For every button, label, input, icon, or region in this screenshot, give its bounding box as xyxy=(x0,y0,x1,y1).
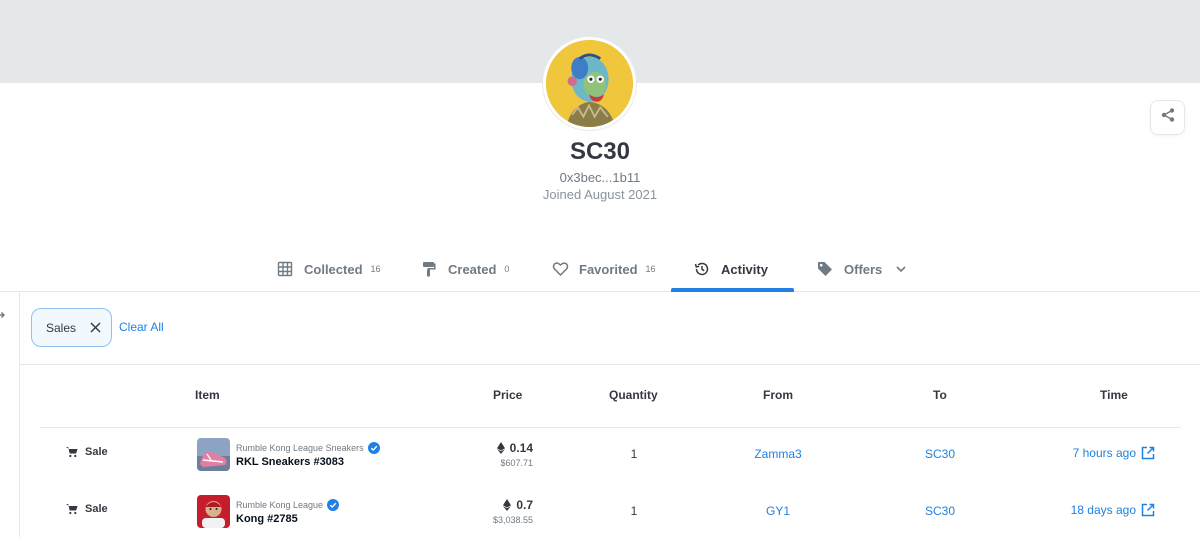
event-label: Sale xyxy=(85,446,108,458)
table-row: Sale Rumble Kong League Kong #2785 0.7 $… xyxy=(40,484,1181,537)
tab-count: 0 xyxy=(504,264,510,274)
cart-icon xyxy=(66,446,78,458)
to-user-link[interactable]: SC30 xyxy=(840,504,1040,518)
table-row: Sale Rumble Kong League Sneakers RKL Sne… xyxy=(40,427,1181,483)
tab-favorited[interactable]: Favorited 16 xyxy=(551,246,656,292)
tab-label: Collected xyxy=(304,261,363,277)
price-eth: 0.14 xyxy=(509,441,533,455)
tag-icon xyxy=(816,260,834,278)
price-usd: $3,038.55 xyxy=(492,515,533,525)
time-link[interactable]: 7 hours ago xyxy=(1073,446,1155,460)
filter-sidebar xyxy=(0,292,20,537)
cart-icon xyxy=(66,503,78,515)
tab-created[interactable]: Created 0 xyxy=(420,246,509,292)
tab-label: Offers xyxy=(844,261,883,277)
collection-link[interactable]: Rumble Kong League xyxy=(236,499,340,511)
event-type: Sale xyxy=(66,503,108,515)
joined-date: Joined August 2021 xyxy=(542,187,658,202)
price-eth: 0.7 xyxy=(516,498,533,512)
tab-label: Activity xyxy=(721,261,768,277)
heart-icon xyxy=(551,260,569,278)
external-link-icon xyxy=(1141,446,1155,460)
tab-activity[interactable]: Activity xyxy=(693,246,768,292)
divider xyxy=(20,364,1200,365)
item-name-link[interactable]: Kong #2785 xyxy=(236,513,298,525)
share-button[interactable] xyxy=(1150,100,1185,135)
column-header-quantity: Quantity xyxy=(609,388,658,402)
ethereum-icon xyxy=(496,442,505,454)
price-usd: $607.71 xyxy=(500,458,533,468)
event-label: Sale xyxy=(85,503,108,515)
collection-name: Rumble Kong League xyxy=(236,500,324,510)
collection-link[interactable]: Rumble Kong League Sneakers xyxy=(236,442,380,454)
ethereum-icon xyxy=(503,499,512,511)
active-tab-indicator xyxy=(671,288,794,292)
clear-all-button[interactable]: Clear All xyxy=(119,320,164,334)
item-thumbnail[interactable] xyxy=(197,495,230,528)
tab-collected[interactable]: Collected 16 xyxy=(276,246,381,292)
tab-count: 16 xyxy=(370,264,381,274)
wallet-address[interactable]: 0x3bec...1b11 xyxy=(0,170,1200,185)
filter-chip-sales[interactable]: Sales xyxy=(31,308,112,347)
event-type: Sale xyxy=(66,446,108,458)
quantity-value: 1 xyxy=(630,447,638,461)
share-icon xyxy=(1160,107,1176,128)
price-value: 0.14 xyxy=(496,441,533,455)
tab-count: 16 xyxy=(645,264,656,274)
tab-label: Created xyxy=(448,261,497,277)
paintbrush-icon xyxy=(420,260,438,278)
profile-avatar xyxy=(543,37,636,130)
time-label: 7 hours ago xyxy=(1072,446,1136,460)
filter-chip-label: Sales xyxy=(46,320,77,335)
verified-badge-icon xyxy=(367,442,380,454)
column-header-price: Price xyxy=(493,388,523,402)
column-header-to: To xyxy=(933,388,947,402)
collection-name: Rumble Kong League Sneakers xyxy=(236,443,364,453)
arrow-right-icon[interactable] xyxy=(0,308,6,320)
column-header-from: From xyxy=(763,388,793,402)
history-icon xyxy=(693,260,711,278)
grid-icon xyxy=(276,260,294,278)
profile-username: SC30 xyxy=(569,138,631,165)
item-thumbnail[interactable] xyxy=(197,438,230,471)
time-link[interactable]: 18 days ago xyxy=(1071,503,1155,517)
item-name-link[interactable]: RKL Sneakers #3083 xyxy=(236,456,344,468)
profile-tabs: Collected 16 Created 0 Favorited 16 Acti… xyxy=(0,246,1200,292)
external-link-icon xyxy=(1141,503,1155,517)
chevron-down-icon xyxy=(892,260,910,278)
close-icon[interactable] xyxy=(90,322,101,333)
column-header-time: Time xyxy=(1100,388,1128,402)
tab-offers[interactable]: Offers xyxy=(816,246,910,292)
time-label: 18 days ago xyxy=(1070,503,1136,517)
to-user-link[interactable]: SC30 xyxy=(840,447,1040,461)
column-header-item: Item xyxy=(195,388,220,402)
verified-badge-icon xyxy=(327,499,340,511)
quantity-value: 1 xyxy=(630,504,638,518)
price-value: 0.7 xyxy=(503,498,533,512)
tab-label: Favorited xyxy=(579,261,638,277)
